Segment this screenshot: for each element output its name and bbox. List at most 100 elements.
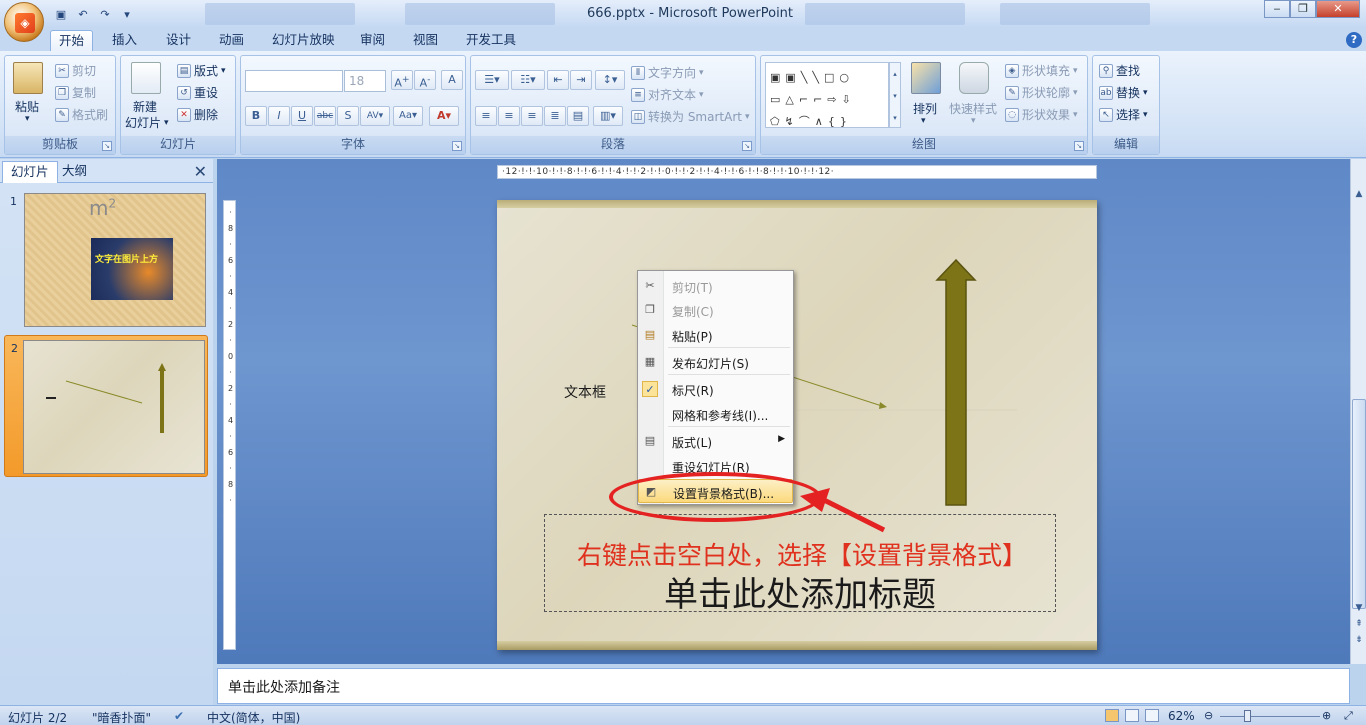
restore-icon[interactable]: ❐ (1290, 0, 1316, 18)
bold-icon[interactable]: B (245, 106, 267, 126)
textbox-label[interactable]: 文本框 (564, 382, 606, 402)
vertical-scrollbar[interactable]: ▲ ▼ ⇞ ⇟ (1350, 159, 1366, 664)
strikethrough-icon[interactable]: abc (314, 106, 336, 126)
align-center-icon[interactable]: ≡ (498, 106, 520, 126)
zoom-slider-handle[interactable] (1244, 710, 1251, 722)
office-button[interactable]: ◈ (4, 2, 44, 42)
shape-fill-button[interactable]: ◈ 形状填充 ▾ (1005, 62, 1078, 79)
tab-insert[interactable]: 插入 (104, 30, 145, 52)
select-button[interactable]: ↖ 选择 ▾ (1099, 106, 1148, 123)
language-indicator[interactable]: 中文(简体，中国) (207, 709, 300, 725)
fit-to-window-icon[interactable]: ⤢ (1344, 709, 1353, 723)
tab-review[interactable]: 审阅 (352, 30, 393, 52)
align-text-button[interactable]: ≡ 对齐文本 ▾ (631, 86, 704, 103)
menu-item-cut[interactable]: ✂ 剪切(T) (638, 274, 793, 298)
next-slide-icon[interactable]: ⇟ (1352, 633, 1366, 647)
char-spacing-icon[interactable]: AV▾ (360, 106, 390, 126)
redo-icon[interactable]: ↷ (96, 5, 114, 23)
save-icon[interactable]: ▣ (52, 5, 70, 23)
cut-button[interactable]: ✂ 剪切 (55, 62, 96, 79)
replace-button[interactable]: ab 替换 ▾ (1099, 84, 1148, 101)
delete-button[interactable]: ✕ 删除 (177, 106, 218, 123)
notes-pane[interactable]: 单击此处添加备注 (217, 668, 1350, 704)
chevron-down-icon[interactable]: ▾ (921, 116, 926, 126)
dialog-launcher-icon[interactable]: ↘ (102, 141, 112, 151)
convert-smartart-button[interactable]: ◫ 转换为 SmartArt ▾ (631, 108, 750, 125)
previous-slide-icon[interactable]: ⇞ (1352, 617, 1366, 631)
clear-format-icon[interactable]: A (441, 70, 463, 90)
find-button[interactable]: ⚲ 查找 (1099, 62, 1140, 79)
shadow-icon[interactable]: S (337, 106, 359, 126)
zoom-out-icon[interactable]: ⊖ (1204, 709, 1213, 722)
dialog-launcher-icon[interactable]: ↘ (742, 141, 752, 151)
scrollbar-thumb[interactable] (1352, 399, 1366, 609)
shape-effects-button[interactable]: ◌ 形状效果 ▾ (1005, 106, 1078, 123)
zoom-level[interactable]: 62% (1168, 709, 1195, 723)
menu-item-paste[interactable]: ▤ 粘贴(P) (638, 323, 793, 347)
chevron-down-icon[interactable]: ▾ (971, 116, 976, 126)
format-painter-button[interactable]: ✎ 格式刷 (55, 106, 108, 123)
menu-item-publish-slides[interactable]: ▦ 发布幻灯片(S) (638, 350, 793, 374)
underline-icon[interactable]: U (291, 106, 313, 126)
dialog-launcher-icon[interactable]: ↘ (452, 141, 462, 151)
increase-indent-icon[interactable]: ⇥ (570, 70, 592, 90)
font-name-field[interactable] (245, 70, 343, 92)
tab-home[interactable]: 开始 (50, 30, 94, 52)
chevron-down-icon[interactable]: ▾ (25, 114, 30, 124)
grow-font-icon[interactable]: A+ (391, 70, 413, 90)
numbering-icon[interactable]: ☷▾ (511, 70, 545, 90)
tab-design[interactable]: 设计 (158, 30, 199, 52)
tab-slides[interactable]: 幻灯片 (2, 161, 58, 183)
menu-item-layout[interactable]: ▤ 版式(L) ▶ (638, 429, 793, 453)
copy-button[interactable]: ❐ 复制 (55, 84, 96, 101)
scroll-down-icon[interactable]: ▼ (1352, 601, 1366, 615)
justify-icon[interactable]: ≣ (544, 106, 566, 126)
shapes-icon[interactable]: ▣▣╲╲□○ ▭△⌐⌐⇨⇩ ⬠↯⌒∧{} (770, 67, 856, 133)
new-slide-label[interactable]: 新建 (133, 98, 157, 115)
tab-view[interactable]: 视图 (405, 30, 446, 52)
shape-outline-button[interactable]: ✎ 形状轮廓 ▾ (1005, 84, 1078, 101)
shrink-font-icon[interactable]: A- (414, 70, 436, 90)
italic-icon[interactable]: I (268, 106, 290, 126)
text-direction-button[interactable]: ⫴ 文字方向 ▾ (631, 64, 704, 81)
tab-outline[interactable]: 大纲 (54, 161, 95, 183)
align-left-icon[interactable]: ≡ (475, 106, 497, 126)
menu-item-copy[interactable]: ❐ 复制(C) (638, 298, 793, 322)
close-icon[interactable]: ✕ (194, 162, 207, 181)
slide-thumbnail-1[interactable]: 1 m2 文字在图片上方 (4, 189, 208, 331)
tab-slideshow[interactable]: 幻灯片放映 (264, 30, 343, 52)
slide-canvas[interactable]: 文本框 单击此处添加标题 右键点击空白处，选择【设置背景格式】 (497, 200, 1097, 650)
slideshow-icon[interactable] (1145, 709, 1159, 722)
bullets-icon[interactable]: ☰▾ (475, 70, 509, 90)
dialog-launcher-icon[interactable]: ↘ (1074, 141, 1084, 151)
quick-styles-button[interactable]: 快速样式 (949, 100, 997, 117)
align-right-icon[interactable]: ≡ (521, 106, 543, 126)
menu-item-ruler[interactable]: ✓ 标尺(R) (638, 377, 793, 401)
customize-qat-icon[interactable]: ▾ (118, 5, 136, 23)
menu-item-grid-guides[interactable]: 网格和参考线(I)... (638, 402, 793, 426)
new-slide-label-2[interactable]: 幻灯片 ▾ (125, 114, 169, 131)
slide-thumbnail-2[interactable]: 2 (4, 335, 208, 477)
close-icon[interactable]: ✕ (1316, 0, 1360, 18)
tab-developer[interactable]: 开发工具 (458, 30, 524, 52)
help-icon[interactable]: ? (1346, 32, 1362, 48)
gallery-scroll[interactable]: ▴ ▾ ▾ (889, 62, 901, 128)
zoom-in-icon[interactable]: ⊕ (1322, 709, 1331, 722)
reset-button[interactable]: ↺ 重设 (177, 84, 218, 101)
undo-icon[interactable]: ↶ (74, 5, 92, 23)
normal-view-icon[interactable] (1105, 709, 1119, 722)
zoom-slider[interactable] (1220, 716, 1320, 717)
distributed-icon[interactable]: ▤ (567, 106, 589, 126)
minimize-icon[interactable]: ‒ (1264, 0, 1290, 18)
slide-sorter-icon[interactable] (1125, 709, 1139, 722)
spellcheck-icon[interactable]: ✔ (174, 709, 184, 723)
decrease-indent-icon[interactable]: ⇤ (547, 70, 569, 90)
change-case-icon[interactable]: Aa▾ (393, 106, 423, 126)
arrange-button[interactable]: 排列 (913, 100, 937, 117)
tab-animations[interactable]: 动画 (211, 30, 252, 52)
paste-button[interactable]: 粘贴 (15, 98, 39, 115)
font-size-field[interactable]: 18 (344, 70, 386, 92)
scroll-up-icon[interactable]: ▲ (1352, 187, 1366, 201)
line-spacing-icon[interactable]: ↕▾ (595, 70, 625, 90)
font-color-icon[interactable]: A▾ (429, 106, 459, 126)
